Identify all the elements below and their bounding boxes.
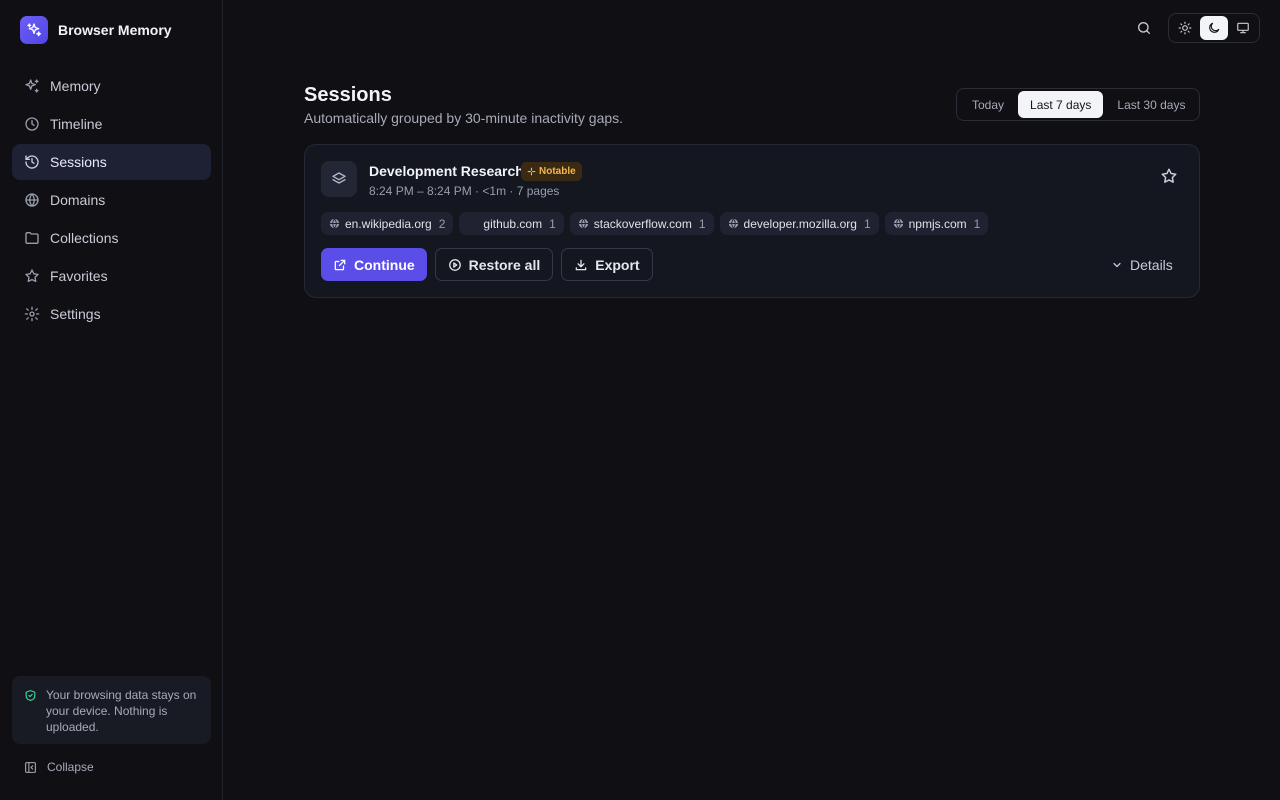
history-icon <box>24 154 40 170</box>
page-subtitle: Automatically grouped by 30-minute inact… <box>304 110 624 126</box>
sidebar-item-label: Timeline <box>50 116 103 132</box>
export-label: Export <box>595 256 640 273</box>
domain-chip[interactable]: stackoverflow.com 1 <box>569 212 714 235</box>
sidebar-item-label: Favorites <box>50 268 108 284</box>
star-icon <box>1160 167 1178 185</box>
date-range-selector: Today Last 7 days Last 30 days <box>956 88 1200 121</box>
theme-toggle <box>1168 13 1260 43</box>
range-last-30-days[interactable]: Last 30 days <box>1105 91 1197 118</box>
globe-icon <box>728 218 739 229</box>
sidebar-item-memory[interactable]: Memory <box>12 68 211 104</box>
theme-light-button[interactable] <box>1171 16 1198 40</box>
favorite-button[interactable] <box>1160 167 1178 185</box>
globe-icon <box>24 192 40 208</box>
layers-icon <box>321 161 357 197</box>
theme-dark-button[interactable] <box>1200 16 1228 40</box>
sidebar-item-label: Memory <box>50 78 101 94</box>
details-toggle[interactable]: Details <box>1111 257 1173 273</box>
collapse-button[interactable]: Collapse <box>24 760 94 774</box>
domain-count: 2 <box>438 216 446 231</box>
domain-chip[interactable]: developer.mozilla.org 1 <box>719 212 879 235</box>
chevron-down-icon <box>1111 259 1123 271</box>
external-link-icon <box>333 258 347 272</box>
notable-badge: Notable <box>521 162 582 181</box>
domain-name: npmjs.com <box>908 216 967 231</box>
sidebar: Browser Memory Memory Timeline Sessions … <box>0 0 223 800</box>
domain-count: 1 <box>549 216 556 231</box>
sidebar-item-label: Sessions <box>50 154 107 170</box>
domain-name: stackoverflow.com <box>593 216 692 231</box>
domain-count: 1 <box>698 216 706 231</box>
domain-count: 1 <box>863 216 871 231</box>
domain-chip[interactable]: github.com 1 <box>459 212 564 235</box>
search-icon <box>1136 20 1152 36</box>
continue-button[interactable]: Continue <box>321 248 427 281</box>
session-title: Development Research <box>369 163 524 179</box>
export-button[interactable]: Export <box>561 248 653 281</box>
page-title: Sessions <box>304 84 392 106</box>
search-button[interactable] <box>1134 18 1154 38</box>
clock-icon <box>24 116 40 132</box>
domain-chips: en.wikipedia.org 2 github.com 1 stackove… <box>321 212 989 235</box>
moon-icon <box>1207 21 1221 35</box>
range-last-7-days[interactable]: Last 7 days <box>1018 91 1104 118</box>
session-card: Development Research Notable 8:24 PM – 8… <box>304 144 1200 298</box>
collapse-label: Collapse <box>47 760 94 774</box>
privacy-text: Your browsing data stays on your device.… <box>46 688 197 734</box>
sidebar-item-label: Collections <box>50 230 119 246</box>
restore-label: Restore all <box>468 256 541 273</box>
app-name: Browser Memory <box>58 22 172 38</box>
domain-name: developer.mozilla.org <box>743 216 857 231</box>
sparkle-icon <box>527 167 536 176</box>
sidebar-nav: Memory Timeline Sessions Domains Collect… <box>12 68 211 334</box>
shield-check-icon <box>24 689 37 702</box>
sparkles-icon <box>24 78 40 94</box>
gear-icon <box>24 306 40 322</box>
session-actions: Continue Restore all Export <box>321 248 653 281</box>
monitor-icon <box>1236 21 1250 35</box>
sidebar-item-favorites[interactable]: Favorites <box>12 258 211 294</box>
sidebar-item-label: Domains <box>50 192 106 208</box>
star-icon <box>24 268 40 284</box>
range-today[interactable]: Today <box>960 91 1016 118</box>
sidebar-item-domains[interactable]: Domains <box>12 182 211 218</box>
sidebar-item-settings[interactable]: Settings <box>12 296 211 332</box>
collapse-icon <box>24 761 37 774</box>
domain-chip[interactable]: en.wikipedia.org 2 <box>321 212 454 235</box>
brand-logo-icon <box>20 16 48 44</box>
sun-icon <box>1178 21 1192 35</box>
details-label: Details <box>1130 257 1173 273</box>
sidebar-item-timeline[interactable]: Timeline <box>12 106 211 142</box>
domain-name: en.wikipedia.org <box>345 216 432 231</box>
globe-icon <box>578 218 589 229</box>
continue-label: Continue <box>354 256 415 273</box>
domain-chip[interactable]: npmjs.com 1 <box>884 212 989 235</box>
folder-icon <box>24 230 40 246</box>
globe-icon <box>329 218 340 229</box>
domain-name: github.com <box>483 216 543 231</box>
badge-label: Notable <box>539 166 576 177</box>
globe-icon <box>893 218 904 229</box>
theme-system-button[interactable] <box>1230 16 1257 40</box>
restore-all-button[interactable]: Restore all <box>434 248 554 281</box>
sidebar-item-collections[interactable]: Collections <box>12 220 211 256</box>
github-icon <box>467 218 479 229</box>
sidebar-item-sessions[interactable]: Sessions <box>12 144 211 180</box>
play-circle-icon <box>448 258 462 272</box>
download-icon <box>574 258 588 272</box>
domain-count: 1 <box>973 216 981 231</box>
privacy-note: Your browsing data stays on your device.… <box>12 676 211 744</box>
brand[interactable]: Browser Memory <box>20 16 172 44</box>
sidebar-item-label: Settings <box>50 306 101 322</box>
session-meta: 8:24 PM – 8:24 PM · <1m · 7 pages <box>369 184 560 198</box>
